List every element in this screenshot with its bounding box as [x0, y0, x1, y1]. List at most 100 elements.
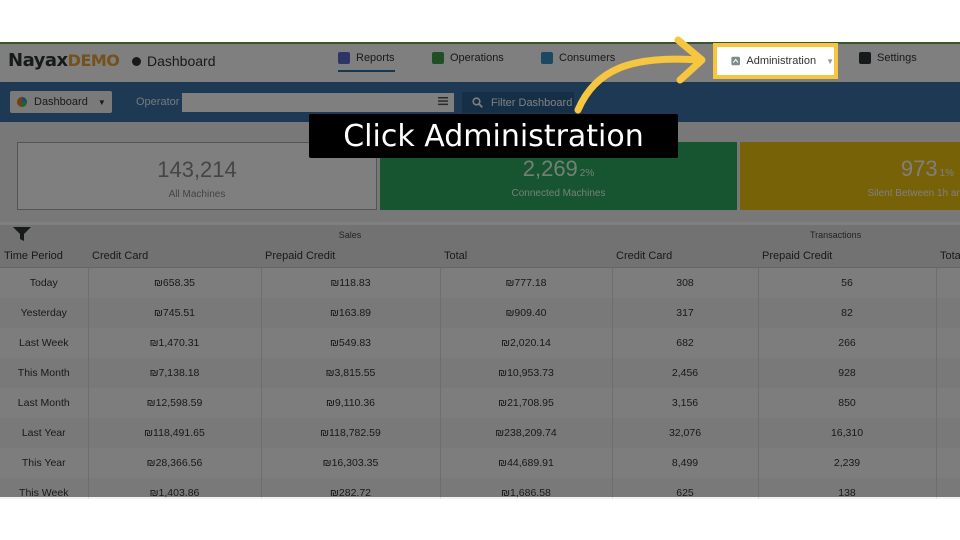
chevron-down-icon: ▼	[826, 56, 834, 66]
table-cell: ₪1,403.86	[88, 478, 262, 499]
time-period-cell: Last Month	[0, 388, 89, 418]
table-cell: 682	[612, 328, 759, 358]
table-cell: ₪549.83	[261, 328, 441, 358]
dashboard-dropdown[interactable]: Dashboard ▼	[10, 91, 112, 113]
table-row[interactable]: This Year ₪28,366.56 ₪16,303.35 ₪44,689.91 8…	[0, 448, 960, 478]
search-icon	[472, 97, 483, 108]
table-cell: ₪745.51	[88, 298, 262, 328]
column-header[interactable]: Prepaid Credit	[758, 245, 936, 268]
table-cell: ₪21,708.95	[440, 388, 613, 418]
list-icon[interactable]	[438, 96, 448, 106]
instruction-callout: Click Administration	[309, 114, 678, 158]
time-period-cell: This Month	[0, 358, 89, 388]
column-header[interactable]: Prepaid Credit	[261, 245, 440, 268]
table-cell: 32,076	[612, 418, 759, 448]
stats-table: Sales Transactions Time Period Credit Ca…	[0, 225, 960, 499]
consumers-icon	[541, 52, 553, 64]
time-period-cell: Last Year	[0, 418, 89, 448]
table-cell: 8,499	[612, 448, 759, 478]
table-cell: ₪1,470.31	[88, 328, 262, 358]
filter-funnel-icon[interactable]	[12, 226, 32, 242]
table-cell: ₪118,491.65	[88, 418, 262, 448]
table-cell	[936, 418, 960, 448]
table-cell: 266	[758, 328, 937, 358]
table-cell: ₪163.89	[261, 298, 441, 328]
table-cell: 928	[758, 358, 937, 388]
table-cell: ₪28,366.56	[88, 448, 262, 478]
table-cell: ₪3,815.55	[261, 358, 441, 388]
table-cell: ₪658.35	[88, 267, 262, 298]
table-row[interactable]: Last Week ₪1,470.31 ₪549.83 ₪2,020.14 682 266	[0, 328, 960, 358]
breadcrumb: Dashboard	[132, 53, 216, 69]
table-cell: ₪2,020.14	[440, 328, 613, 358]
dashboard-dot-icon	[132, 56, 141, 66]
filter-dashboard-button[interactable]: Filter Dashboard	[462, 92, 574, 113]
group-header-transactions: Transactions	[612, 225, 960, 245]
table-cell: 2,239	[758, 448, 937, 478]
time-period-cell: This Year	[0, 448, 89, 478]
caret-down-icon: ▼	[97, 97, 106, 107]
table-cell	[936, 358, 960, 388]
reports-icon	[338, 52, 350, 64]
card-silent-machines[interactable]: 973 1% Silent Between 1h and	[740, 142, 960, 210]
table-cell: 308	[612, 267, 759, 298]
administration-icon	[731, 56, 740, 66]
table-cell: ₪777.18	[440, 267, 613, 298]
table-cell: 56	[758, 267, 937, 298]
nav-settings[interactable]: Settings	[859, 52, 917, 64]
nayax-logo[interactable]: NayaxDEMO	[8, 50, 120, 71]
time-period-cell: Yesterday	[0, 298, 89, 328]
filter-cell[interactable]	[0, 225, 88, 245]
table-row[interactable]: Last Year ₪118,491.65 ₪118,782.59 ₪238,209.…	[0, 418, 960, 448]
table-cell: 2,456	[612, 358, 759, 388]
table-cell	[936, 328, 960, 358]
group-header-sales: Sales	[88, 225, 612, 245]
table-row[interactable]: Yesterday ₪745.51 ₪163.89 ₪909.40 317 82	[0, 298, 960, 328]
table-cell: 317	[612, 298, 759, 328]
table-cell: ₪7,138.18	[88, 358, 262, 388]
app-screenshot: NayaxDEMO Dashboard Reports Operations C…	[0, 42, 960, 499]
operator-input[interactable]	[182, 93, 454, 112]
table-cell: 138	[758, 478, 937, 499]
table-cell: ₪118.83	[261, 267, 441, 298]
table-cell: 625	[612, 478, 759, 499]
table-cell	[936, 298, 960, 328]
table-cell	[936, 448, 960, 478]
table-cell: ₪909.40	[440, 298, 613, 328]
table-cell: 850	[758, 388, 937, 418]
table-cell: ₪282.72	[261, 478, 441, 499]
table-cell: 16,310	[758, 418, 937, 448]
operator-label: Operator	[136, 96, 180, 108]
table-cell: ₪44,689.91	[440, 448, 613, 478]
page-title: Dashboard	[147, 53, 216, 69]
time-period-cell: This Week	[0, 478, 89, 499]
table-row[interactable]: Today ₪658.35 ₪118.83 ₪777.18 308 56	[0, 267, 960, 298]
table-cell: ₪1,686.58	[440, 478, 613, 499]
pie-chart-icon	[17, 97, 27, 107]
table-row[interactable]: This Week ₪1,403.86 ₪282.72 ₪1,686.58 625 138	[0, 478, 960, 499]
table-row[interactable]: Last Month ₪12,598.59 ₪9,110.36 ₪21,708.95 3…	[0, 388, 960, 418]
table-cell: ₪9,110.36	[261, 388, 441, 418]
table-cell	[936, 267, 960, 298]
nav-administration[interactable]: Administration ▼	[713, 43, 838, 79]
column-header[interactable]: Credit Card	[612, 245, 758, 268]
table-cell: 82	[758, 298, 937, 328]
column-header[interactable]: Total	[440, 245, 612, 268]
column-header[interactable]: Time Period	[0, 245, 88, 268]
time-period-cell: Last Week	[0, 328, 89, 358]
column-header[interactable]: Tota	[936, 245, 960, 268]
operations-icon	[432, 52, 444, 64]
table-cell: ₪10,953.73	[440, 358, 613, 388]
settings-icon	[859, 52, 871, 64]
table-cell: 3,156	[612, 388, 759, 418]
nav-operations[interactable]: Operations	[432, 52, 504, 64]
table-cell: ₪12,598.59	[88, 388, 262, 418]
table-cell	[936, 388, 960, 418]
table-row[interactable]: This Month ₪7,138.18 ₪3,815.55 ₪10,953.73 2,…	[0, 358, 960, 388]
table-cell: ₪118,782.59	[261, 418, 441, 448]
nav-reports[interactable]: Reports	[338, 52, 395, 72]
table-cell: ₪238,209.74	[440, 418, 613, 448]
table-cell: ₪16,303.35	[261, 448, 441, 478]
column-header[interactable]: Credit Card	[88, 245, 261, 268]
table-cell	[936, 478, 960, 499]
